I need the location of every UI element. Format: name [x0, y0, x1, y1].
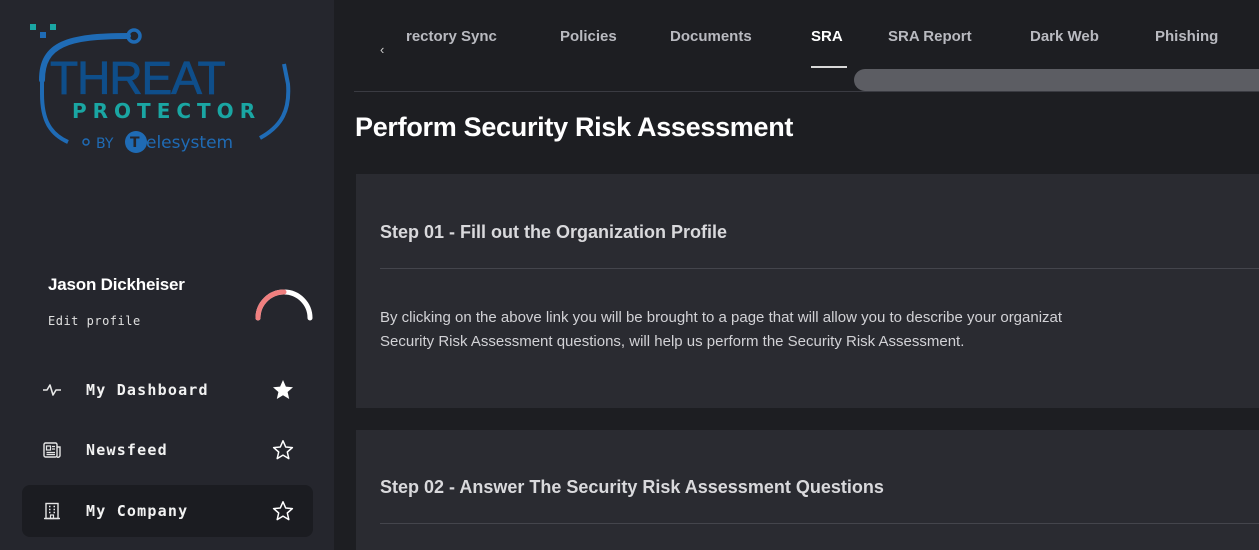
nav-label: Newsfeed [86, 441, 168, 459]
logo-wordmark: THREAT [50, 52, 225, 104]
page-title: Perform Security Risk Assessment [355, 112, 794, 142]
building-icon [42, 501, 62, 521]
score-gauge [255, 289, 313, 321]
step-card-1: Step 01 - Fill out the Organization Prof… [356, 174, 1259, 408]
tab-policies[interactable]: Policies [560, 28, 617, 45]
tab-scroll-left-button[interactable]: ‹ [380, 42, 384, 57]
tab-bar: ‹ rectory Sync Policies Documents SRA SR… [354, 12, 1259, 92]
step-title[interactable]: Step 01 - Fill out the Organization Prof… [380, 222, 727, 243]
tab-phishing[interactable]: Phishing [1155, 28, 1218, 45]
nav-label: My Company [86, 502, 189, 520]
step-description-line: Security Risk Assessment questions, will… [380, 333, 965, 350]
pulse-icon [42, 380, 62, 400]
edit-profile-link[interactable]: Edit profile [48, 314, 141, 328]
step-description: By clicking on the above link you will b… [380, 306, 1259, 354]
logo-company: elesystem [146, 133, 233, 153]
tabs-scrollbar[interactable] [854, 69, 1259, 91]
profile-name: Jason Dickheiser [48, 275, 185, 294]
star-filled-icon[interactable] [271, 378, 295, 402]
nav-item-my-company[interactable]: My Company [22, 485, 313, 537]
threat-protector-logo[interactable]: THREAT PROTECTOR BY T elesystem [28, 14, 298, 164]
tab-documents[interactable]: Documents [670, 28, 752, 45]
tab-dark-web[interactable]: Dark Web [1030, 28, 1099, 45]
divider [380, 523, 1259, 524]
active-tab-indicator [811, 66, 847, 68]
logo-subtitle: PROTECTOR [72, 99, 261, 123]
nav-item-newsfeed[interactable]: Newsfeed [22, 424, 313, 476]
step-description-line: By clicking on the above link you will b… [380, 309, 1063, 326]
tab-directory-sync[interactable]: rectory Sync [406, 28, 497, 45]
divider [380, 268, 1259, 269]
svg-text:T: T [130, 135, 140, 151]
nav-item-my-dashboard[interactable]: My Dashboard [22, 364, 313, 416]
tab-sra-report[interactable]: SRA Report [888, 28, 972, 45]
step-card-2: Step 02 - Answer The Security Risk Asses… [356, 430, 1259, 550]
tab-sra[interactable]: SRA [811, 28, 843, 45]
main-content: ‹ rectory Sync Policies Documents SRA SR… [334, 0, 1259, 550]
sidebar: THREAT PROTECTOR BY T elesystem Jason Di… [0, 0, 334, 550]
step-title[interactable]: Step 02 - Answer The Security Risk Asses… [380, 477, 884, 498]
logo-by: BY [96, 136, 114, 152]
star-outline-icon[interactable] [271, 499, 295, 523]
nav-label: My Dashboard [86, 381, 209, 399]
star-outline-icon[interactable] [271, 438, 295, 462]
newspaper-icon [42, 440, 62, 460]
